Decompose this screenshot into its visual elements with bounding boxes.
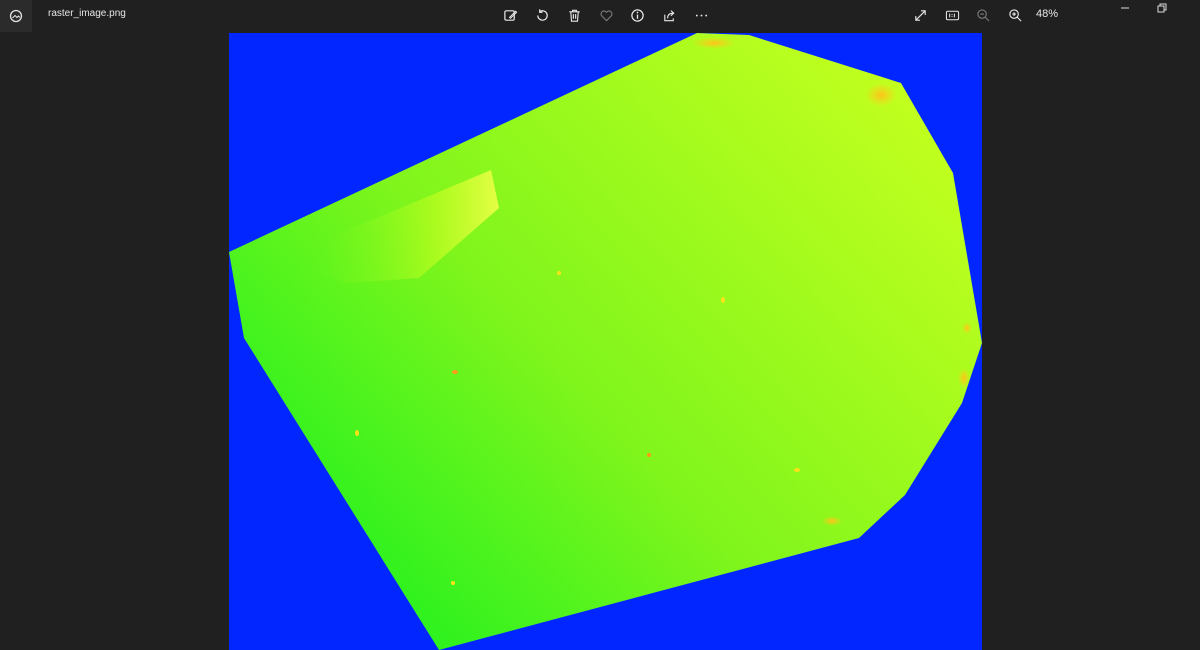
more-icon <box>695 14 707 16</box>
title-bar: raster_image.png 48% <box>0 0 1200 32</box>
hotspot <box>557 271 561 275</box>
delete-button[interactable] <box>562 5 586 25</box>
share-icon <box>663 9 675 21</box>
trash-icon <box>568 9 580 22</box>
hotspot <box>865 83 897 107</box>
expand-icon <box>914 9 926 21</box>
photos-app-icon[interactable] <box>0 0 32 32</box>
info-button[interactable] <box>625 5 649 25</box>
hotspot <box>721 297 725 303</box>
restore-icon <box>1157 3 1167 13</box>
more-button[interactable] <box>689 5 713 25</box>
actual-size-button[interactable] <box>940 5 964 25</box>
hotspot <box>958 368 970 388</box>
raster-image <box>229 33 982 650</box>
hotspot <box>962 322 972 334</box>
zoom-in-icon <box>1008 8 1022 22</box>
minimize-icon <box>1121 7 1129 9</box>
rotate-icon <box>536 8 548 21</box>
hotspot <box>451 581 455 585</box>
hotspot <box>647 453 651 457</box>
minimize-button[interactable] <box>1106 0 1144 16</box>
fullscreen-button[interactable] <box>908 5 932 25</box>
rotate-button[interactable] <box>530 5 554 25</box>
zoom-in-button[interactable] <box>1003 5 1027 25</box>
image-canvas[interactable] <box>229 33 982 650</box>
favorite-button[interactable] <box>594 5 618 25</box>
zoom-level: 48% <box>1036 8 1059 20</box>
hotspot <box>452 370 458 374</box>
file-name: raster_image.png <box>48 8 126 19</box>
hotspot <box>692 37 736 49</box>
info-icon <box>630 8 644 22</box>
zoom-out-icon <box>976 8 990 22</box>
zoom-out-button[interactable] <box>971 5 995 25</box>
hotspot <box>794 468 800 472</box>
hotspot <box>822 516 842 526</box>
heart-icon <box>600 9 612 21</box>
actual-size-icon <box>945 10 959 20</box>
hotspot <box>355 430 359 436</box>
terrain-polygon <box>229 33 982 650</box>
edit-image-button[interactable] <box>498 5 522 25</box>
restore-button[interactable] <box>1143 0 1181 16</box>
share-button[interactable] <box>657 5 681 25</box>
edit-image-icon <box>503 9 517 21</box>
